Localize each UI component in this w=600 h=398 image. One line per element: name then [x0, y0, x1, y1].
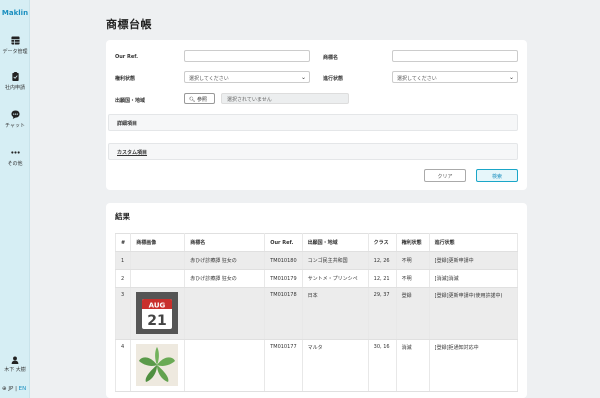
cell-progress-status: [登録]更新申請中 — [429, 251, 519, 270]
our-ref-input[interactable] — [184, 50, 310, 62]
cell-progress-status: [登録]拒通知対応中 — [429, 339, 519, 392]
sidebar: Maklin データ管理 社内申請 チャット その他 木下 大樹 ⊕ JP | … — [0, 0, 30, 398]
search-icon: 🔍︎ — [189, 97, 196, 103]
table-header-row: # 商標画像 商標名 Our Ref. 出願国・地域 クラス 権利状態 進行状態 — [114, 233, 519, 252]
cell-number: 3 — [114, 287, 132, 340]
cell-our-ref: TM010177 — [264, 339, 303, 392]
search-panel: Our Ref. 商標名 権利状態 選択してください ⌄ 進行状態 選択してくだ… — [106, 40, 527, 190]
custom-section-toggle[interactable]: カスタム項目 — [108, 143, 518, 160]
cell-mark-name — [184, 287, 266, 340]
cell-rights-status: 不明 — [396, 269, 430, 288]
sidebar-item-label: 社内申請 — [4, 85, 25, 91]
cell-rights-status: 不明 — [396, 251, 430, 270]
cell-class: 12, 26 — [368, 251, 397, 270]
cell-country: コンゴ民主共和国 — [302, 251, 369, 270]
cell-progress-status: [消滅]消滅 — [429, 269, 519, 288]
col-class[interactable]: クラス — [368, 233, 397, 252]
sidebar-item-other[interactable]: その他 — [0, 148, 30, 167]
detail-section-title: 詳細項目 — [117, 121, 138, 127]
cell-rights-status: 消滅 — [396, 339, 430, 392]
col-progress-status[interactable]: 進行状態 — [429, 233, 519, 252]
rights-status-select[interactable]: 選択してください ⌄ — [184, 71, 310, 83]
cell-number: 4 — [114, 339, 132, 392]
sidebar-item-data[interactable]: データ管理 — [0, 36, 30, 55]
more-icon — [10, 151, 20, 154]
rights-status-value: 選択してください — [189, 76, 229, 82]
cell-image: AUG 21 — [130, 287, 186, 340]
col-rights-status[interactable]: 権利状態 — [396, 233, 430, 252]
clipboard-icon — [11, 72, 19, 81]
detail-section-toggle[interactable]: 詳細項目 — [108, 114, 518, 131]
cell-mark-name: 赤ひげ診療譚 狂女の — [184, 269, 266, 288]
cell-our-ref: TM010179 — [264, 269, 303, 288]
chevron-down-icon: ⌄ — [300, 74, 306, 81]
page-title: 商標台帳 — [106, 18, 152, 31]
progress-status-value: 選択してください — [397, 76, 437, 82]
col-mark-image[interactable]: 商標画像 — [130, 233, 186, 252]
cell-rights-status: 登録 — [396, 287, 430, 340]
user-name: 木下 大樹 — [4, 367, 26, 373]
col-number[interactable]: # — [114, 233, 132, 252]
col-mark-name[interactable]: 商標名 — [184, 233, 266, 252]
our-ref-label: Our Ref. — [115, 54, 139, 60]
table-row[interactable]: 3 AUG 21 TM010178 日本 29, 37 登録 [登録]更新申請中… — [114, 287, 519, 340]
mark-name-input[interactable] — [392, 50, 518, 62]
sidebar-item-chat[interactable]: チャット — [0, 110, 30, 129]
cell-image — [130, 251, 186, 270]
rights-status-label: 権利状態 — [115, 76, 136, 82]
user-icon — [11, 356, 19, 364]
country-label: 出願国・地域 — [115, 98, 146, 104]
cell-progress-status: [登録]更新申請中(使用許諾中) — [429, 287, 519, 340]
table-icon — [10, 36, 20, 45]
results-panel: 結果 # 商標画像 商標名 Our Ref. 出願国・地域 クラス 権利状態 進… — [106, 203, 527, 398]
sidebar-item-label: データ管理 — [2, 49, 28, 55]
cell-number: 1 — [114, 251, 132, 270]
cell-country: サントメ・プリンシペ — [302, 269, 369, 288]
globe-icon: ⊕ — [2, 386, 7, 392]
sidebar-item-label: その他 — [7, 161, 23, 167]
chat-icon — [10, 110, 20, 119]
cell-country: マルタ — [302, 339, 369, 392]
mark-name-label: 商標名 — [323, 55, 339, 61]
sidebar-item-application[interactable]: 社内申請 — [0, 72, 30, 91]
table-row[interactable]: 2 赤ひげ診療譚 狂女の TM010179 サントメ・プリンシペ 12, 21 … — [114, 269, 519, 288]
language-switch: ⊕ JP | EN — [2, 386, 26, 392]
calendar-icon: AUG 21 — [136, 292, 179, 334]
lang-en[interactable]: EN — [19, 386, 27, 392]
cell-class: 30, 16 — [368, 339, 397, 392]
calendar-day: 21 — [147, 313, 166, 329]
cell-our-ref: TM010178 — [264, 287, 303, 340]
reference-button-label: 参照 — [196, 97, 207, 103]
user-menu[interactable]: 木下 大樹 — [0, 356, 30, 373]
cell-our-ref: TM010180 — [264, 251, 303, 270]
cell-mark-name — [184, 339, 266, 392]
cell-mark-name: 赤ひげ診療譚 狂女の — [184, 251, 266, 270]
cell-class: 12, 21 — [368, 269, 397, 288]
progress-status-select[interactable]: 選択してください ⌄ — [392, 71, 518, 83]
table-row[interactable]: 4 TM010177 マルタ 30, 16 消滅 [登録]拒通知対応中 — [114, 339, 519, 392]
country-field: 選択されていません — [221, 93, 349, 104]
sidebar-item-label: チャット — [5, 123, 25, 129]
progress-status-label: 進行状態 — [323, 76, 344, 82]
calendar-month: AUG — [149, 302, 166, 310]
search-button[interactable]: 検索 — [476, 169, 518, 182]
custom-section-title: カスタム項目 — [117, 150, 148, 156]
country-reference-button[interactable]: 🔍︎ 参照 — [184, 93, 215, 104]
col-country[interactable]: 出願国・地域 — [302, 233, 369, 252]
clear-button[interactable]: クリア — [424, 169, 466, 182]
leaves-icon — [136, 344, 179, 386]
brand-logo[interactable]: Maklin — [0, 9, 30, 17]
results-table: # 商標画像 商標名 Our Ref. 出願国・地域 クラス 権利状態 進行状態… — [114, 233, 519, 392]
cell-image — [130, 269, 186, 288]
cell-image — [130, 339, 186, 392]
results-title: 結果 — [115, 212, 130, 221]
lang-separator: | — [15, 386, 17, 392]
col-our-ref[interactable]: Our Ref. — [264, 233, 303, 252]
cell-country: 日本 — [302, 287, 369, 340]
cell-class: 29, 37 — [368, 287, 397, 340]
cell-number: 2 — [114, 269, 132, 288]
chevron-down-icon: ⌄ — [508, 74, 514, 81]
lang-jp[interactable]: JP — [8, 386, 13, 392]
table-row[interactable]: 1 赤ひげ診療譚 狂女の TM010180 コンゴ民主共和国 12, 26 不明… — [114, 251, 519, 270]
